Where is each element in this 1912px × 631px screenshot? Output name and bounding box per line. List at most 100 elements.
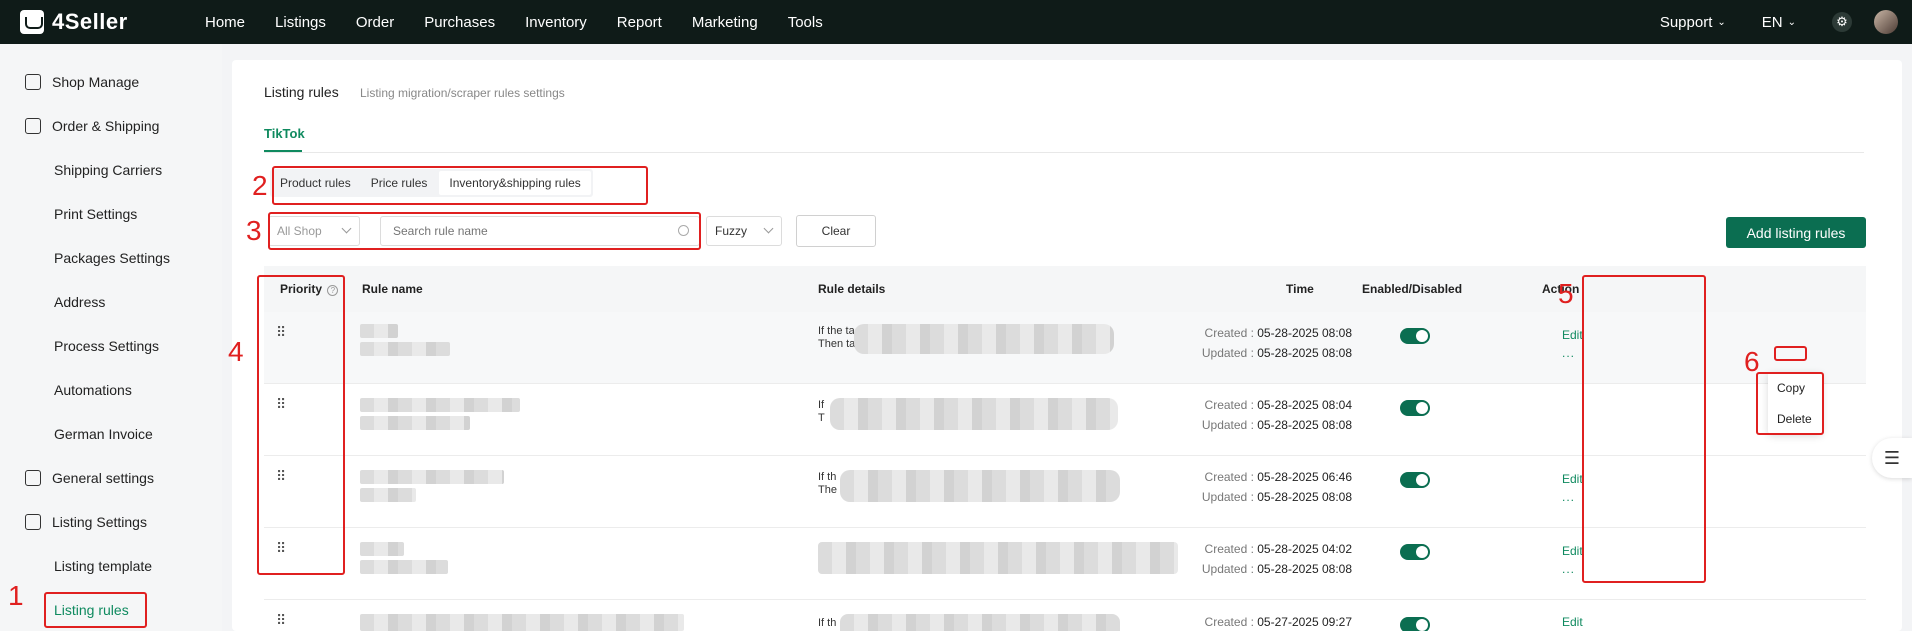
annotation-number-2: 2 (252, 170, 268, 201)
header-enabled: Enabled/Disabled (1362, 282, 1463, 296)
rule-detail-line: If th (818, 617, 837, 629)
annotation-box-6b (1756, 372, 1824, 435)
gear-icon[interactable]: ⚙ (1832, 12, 1852, 32)
nav-inventory[interactable]: Inventory (525, 14, 587, 31)
shop-icon (25, 74, 41, 90)
edit-link[interactable]: Edit (1562, 544, 1583, 558)
annotation-number-4: 4 (228, 336, 244, 367)
annotation-number-6: 6 (1744, 346, 1760, 377)
sidebar-item-order-shipping[interactable]: Order & Shipping (0, 111, 159, 141)
sidebar-item-general-settings[interactable]: General settings (0, 463, 154, 493)
edit-link[interactable]: Edit (1562, 328, 1583, 342)
rule-detail-redacted (854, 324, 1114, 354)
nav-purchases[interactable]: Purchases (424, 14, 495, 31)
support-menu[interactable]: Support ⌄ (1660, 14, 1726, 31)
sidebar-item-shop-manage[interactable]: Shop Manage (0, 67, 139, 97)
edit-link[interactable]: Edit (1562, 472, 1583, 486)
sidebar-item-label: German Invoice (54, 426, 153, 442)
table-row: ⠿ If th Created : 05-27-2025 09:27 Edit (264, 600, 1866, 631)
rule-name-redacted (360, 560, 448, 574)
rule-name-redacted (360, 542, 404, 556)
rule-detail-line: If (818, 399, 825, 411)
tab-tiktok[interactable]: TikTok (264, 126, 305, 141)
enabled-toggle[interactable] (1400, 472, 1430, 488)
updated-time: Updated : 05-28-2025 08:08 (1201, 562, 1352, 576)
nav-order[interactable]: Order (356, 14, 394, 31)
sidebar-item-shipping-carriers[interactable]: Shipping Carriers (0, 155, 162, 185)
created-time: Created : 05-28-2025 04:02 (1204, 542, 1352, 556)
rule-name-redacted (360, 416, 470, 430)
sidebar-item-packages-settings[interactable]: Packages Settings (0, 243, 170, 273)
sidebar-item-address[interactable]: Address (0, 287, 105, 317)
logo-text: 4Seller (52, 9, 128, 34)
sidebar-item-label: Print Settings (54, 206, 138, 222)
header-rule-name: Rule name (362, 282, 423, 296)
main-nav: Home Listings Order Purchases Inventory … (205, 14, 853, 31)
enabled-toggle[interactable] (1400, 544, 1430, 560)
annotation-number-5: 5 (1558, 278, 1574, 309)
more-actions-button[interactable]: ... (1562, 346, 1575, 360)
header-rule-details: Rule details (818, 282, 886, 296)
enabled-toggle[interactable] (1400, 400, 1430, 416)
top-bar: 4Seller Home Listings Order Purchases In… (0, 0, 1912, 44)
updated-time: Updated : 05-28-2025 08:08 (1201, 418, 1352, 432)
sidebar-item-process-settings[interactable]: Process Settings (0, 331, 159, 361)
rule-name-redacted (360, 488, 416, 502)
match-mode-select[interactable]: Fuzzy (706, 216, 782, 246)
sidebar-item-print-settings[interactable]: Print Settings (0, 199, 137, 229)
drag-handle-icon[interactable]: ⠿ (276, 613, 286, 627)
header-time: Time (1286, 282, 1314, 296)
created-time: Created : 05-27-2025 09:27 (1204, 615, 1352, 629)
nav-tools[interactable]: Tools (788, 14, 823, 31)
rule-name-redacted (360, 342, 450, 356)
nav-listings[interactable]: Listings (275, 14, 326, 31)
chevron-down-icon (763, 223, 774, 234)
nav-marketing[interactable]: Marketing (692, 14, 758, 31)
logo-bag-icon (20, 10, 44, 34)
more-actions-button[interactable]: ... (1562, 490, 1575, 504)
match-mode-value: Fuzzy (715, 224, 748, 238)
sidebar-item-label: General settings (52, 470, 154, 486)
chevron-down-icon: ⌄ (1787, 16, 1796, 28)
enabled-toggle[interactable] (1400, 328, 1430, 344)
rule-detail-line: If the ta (818, 325, 855, 337)
upload-icon (25, 514, 41, 530)
rule-detail-redacted (830, 398, 1118, 430)
rule-detail-line: The (818, 484, 837, 496)
rule-name-redacted (360, 398, 520, 412)
rule-name-redacted (360, 324, 398, 338)
more-actions-button[interactable]: ... (1562, 562, 1575, 576)
language-label: EN (1761, 13, 1783, 31)
sidebar-item-label: Shop Manage (52, 74, 140, 90)
nav-home[interactable]: Home (205, 14, 245, 31)
language-menu[interactable]: EN ⌄ (1762, 14, 1796, 31)
nav-report[interactable]: Report (617, 14, 662, 31)
settings-icon (25, 470, 41, 486)
sidebar: Shop Manage Order & Shipping Shipping Ca… (0, 44, 222, 631)
edit-link[interactable]: Edit (1562, 615, 1583, 629)
order-icon (25, 118, 41, 134)
clear-button[interactable]: Clear (796, 215, 876, 247)
logo[interactable]: 4Seller (20, 9, 205, 35)
sidebar-item-label: Packages Settings (54, 250, 170, 266)
annotation-box-3 (268, 212, 701, 250)
sidebar-item-label: Process Settings (54, 338, 160, 354)
sidebar-item-german-invoice[interactable]: German Invoice (0, 419, 153, 449)
avatar[interactable] (1874, 10, 1898, 34)
sidebar-item-listing-settings[interactable]: Listing Settings (0, 507, 147, 537)
annotation-number-3: 3 (246, 215, 262, 246)
sidebar-item-listing-template[interactable]: Listing template (0, 551, 152, 581)
page-title: Listing rules (264, 84, 339, 100)
rule-detail-line: T (818, 412, 825, 424)
sidebar-item-label: Listing template (54, 558, 153, 574)
support-label: Support (1659, 13, 1713, 31)
rule-detail-line: Then ta (818, 338, 856, 350)
annotation-box-4 (257, 275, 345, 575)
annotation-box-2 (272, 166, 648, 205)
created-time: Created : 05-28-2025 06:46 (1204, 470, 1352, 484)
enabled-toggle[interactable] (1400, 617, 1430, 631)
sidebar-item-label: Shipping Carriers (54, 162, 163, 178)
sidebar-item-automations[interactable]: Automations (0, 375, 132, 405)
search-list-icon[interactable]: ☰ (1872, 438, 1912, 478)
add-listing-rules-button[interactable]: Add listing rules (1726, 217, 1866, 248)
